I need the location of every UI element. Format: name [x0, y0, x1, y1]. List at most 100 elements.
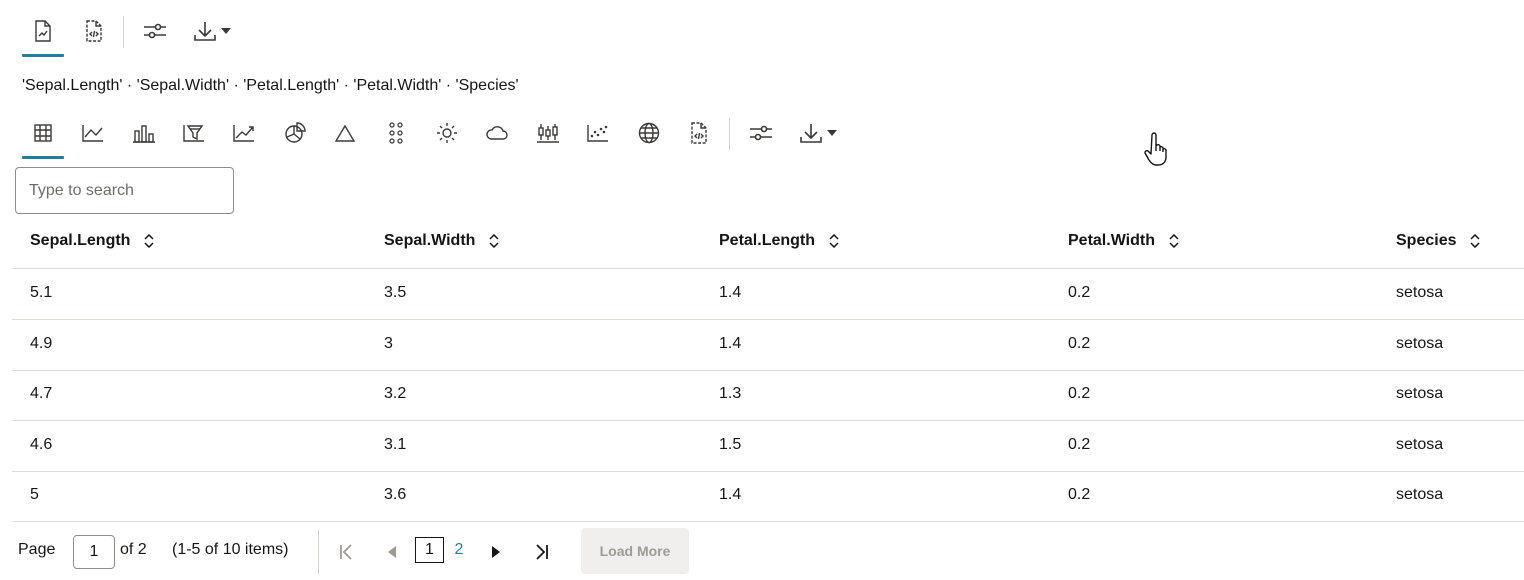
sort-icon	[489, 234, 499, 248]
scatter-plot-button[interactable]	[581, 116, 615, 150]
column-header-sepal-length[interactable]: Sepal.Length	[30, 232, 154, 250]
sort-icon	[144, 234, 154, 248]
funnel-chart-icon	[182, 123, 206, 143]
table-row[interactable]: 4.6 3.1 1.5 0.2 setosa	[12, 421, 1524, 472]
column-header-sepal-width[interactable]: Sepal.Width	[384, 232, 499, 250]
page-button-2[interactable]: 2	[449, 537, 469, 563]
dots-grid-button[interactable]	[379, 116, 413, 150]
page-number-input[interactable]	[73, 535, 115, 569]
bar-chart-button[interactable]	[127, 116, 161, 150]
report-view-button[interactable]	[24, 14, 62, 48]
table-cell: 1.4	[719, 284, 742, 301]
last-page-icon	[535, 544, 549, 560]
globe-icon	[638, 122, 660, 144]
sort-icon	[829, 234, 839, 248]
search-box[interactable]	[15, 167, 234, 214]
viz-toolbar-separator	[729, 118, 730, 150]
last-page-button[interactable]	[530, 539, 554, 565]
next-page-button[interactable]	[486, 539, 506, 565]
word-cloud-button[interactable]	[480, 116, 514, 150]
settings-sliders-icon	[749, 123, 773, 143]
table-cell: 1.5	[719, 436, 742, 453]
first-page-button[interactable]	[334, 539, 358, 565]
map-button[interactable]	[632, 116, 666, 150]
column-header-petal-width[interactable]: Petal.Width	[1068, 232, 1179, 250]
viz-code-view-button[interactable]	[682, 116, 716, 150]
box-plot-button[interactable]	[531, 116, 565, 150]
page-button-1[interactable]: 1	[415, 537, 444, 563]
dots-grid-icon	[386, 122, 406, 144]
box-plot-icon	[536, 122, 560, 144]
table-cell: 3.1	[384, 436, 407, 453]
table-cell: 0.2	[1068, 486, 1091, 503]
download-icon	[193, 20, 217, 42]
page-count-label: of 2	[120, 541, 147, 558]
funnel-chart-button[interactable]	[177, 116, 211, 150]
chevron-down-icon	[221, 28, 231, 34]
table-cell: 5	[30, 486, 39, 503]
table-row[interactable]: 4.9 3 1.4 0.2 setosa	[12, 320, 1524, 371]
column-header-species[interactable]: Species	[1396, 232, 1481, 250]
table-cell: 4.9	[30, 335, 53, 352]
table-row[interactable]: 5.1 3.5 1.4 0.2 setosa	[12, 269, 1524, 320]
page-label: Page	[18, 541, 56, 558]
sunburst-button[interactable]	[430, 116, 464, 150]
line-chart-button[interactable]	[76, 116, 110, 150]
table-cell: 0.2	[1068, 335, 1091, 352]
pagination-bar: Page of 2 (1-5 of 10 items) 1 2 Load Mor…	[0, 522, 1524, 580]
download-menu-button[interactable]	[187, 14, 237, 48]
table-cell: 1.4	[719, 335, 742, 352]
table-cell: setosa	[1396, 486, 1444, 503]
items-range-label: (1-5 of 10 items)	[172, 541, 289, 558]
report-view-icon	[33, 20, 53, 42]
table-cell: 4.6	[30, 436, 53, 453]
pagination-separator	[318, 530, 319, 574]
viz-settings-button[interactable]	[743, 116, 779, 150]
hand-pointer-cursor-icon	[1143, 132, 1171, 166]
table-cell: setosa	[1396, 436, 1444, 453]
column-header-label: Sepal.Length	[30, 232, 131, 249]
chevron-right-icon	[492, 546, 500, 558]
viz-active-indicator	[22, 156, 64, 159]
line-chart-icon	[81, 123, 105, 143]
table-cell: setosa	[1396, 284, 1444, 301]
pyramid-icon	[334, 123, 356, 143]
table-cell: 4.7	[30, 385, 53, 402]
table-cell: 3.5	[384, 284, 407, 301]
settings-button[interactable]	[137, 14, 173, 48]
table-cell: setosa	[1396, 385, 1444, 402]
table-cell: 3.2	[384, 385, 407, 402]
toolbar-separator	[123, 16, 124, 48]
field-list: 'Sepal.Length' · 'Sepal.Width' · 'Petal.…	[22, 77, 519, 94]
pyramid-chart-button[interactable]	[328, 116, 362, 150]
table-row[interactable]: 5 3.6 1.4 0.2 setosa	[12, 471, 1524, 522]
scatter-plot-icon	[586, 123, 610, 143]
table-cell: 3	[384, 335, 393, 352]
table-cell: setosa	[1396, 335, 1444, 352]
chevron-down-icon	[827, 130, 837, 136]
column-header-petal-length[interactable]: Petal.Length	[719, 232, 839, 250]
area-chart-button[interactable]	[227, 116, 261, 150]
previous-page-button[interactable]	[382, 539, 402, 565]
table-row[interactable]: 4.7 3.2 1.3 0.2 setosa	[12, 370, 1524, 421]
load-more-button[interactable]: Load More	[581, 528, 689, 574]
table-header-row: Sepal.Length Sepal.Width Petal.Length Pe…	[12, 216, 1524, 269]
table-view-button[interactable]	[26, 116, 60, 150]
top-active-indicator	[22, 54, 64, 57]
column-header-label: Species	[1396, 232, 1457, 249]
chevron-left-icon	[388, 546, 396, 558]
table-cell: 1.4	[719, 486, 742, 503]
pie-chart-button[interactable]	[278, 116, 312, 150]
table-cell: 0.2	[1068, 284, 1091, 301]
pie-chart-icon	[283, 122, 307, 144]
code-view-button[interactable]	[75, 14, 113, 48]
viz-download-menu-button[interactable]	[793, 116, 843, 150]
column-header-label: Petal.Length	[719, 232, 816, 249]
table-cell: 0.2	[1068, 436, 1091, 453]
sort-icon	[1169, 234, 1179, 248]
column-header-label: Petal.Width	[1068, 232, 1155, 249]
code-view-icon	[84, 20, 104, 42]
bar-chart-icon	[132, 123, 156, 143]
settings-sliders-icon	[143, 21, 167, 41]
search-input[interactable]	[16, 168, 233, 213]
